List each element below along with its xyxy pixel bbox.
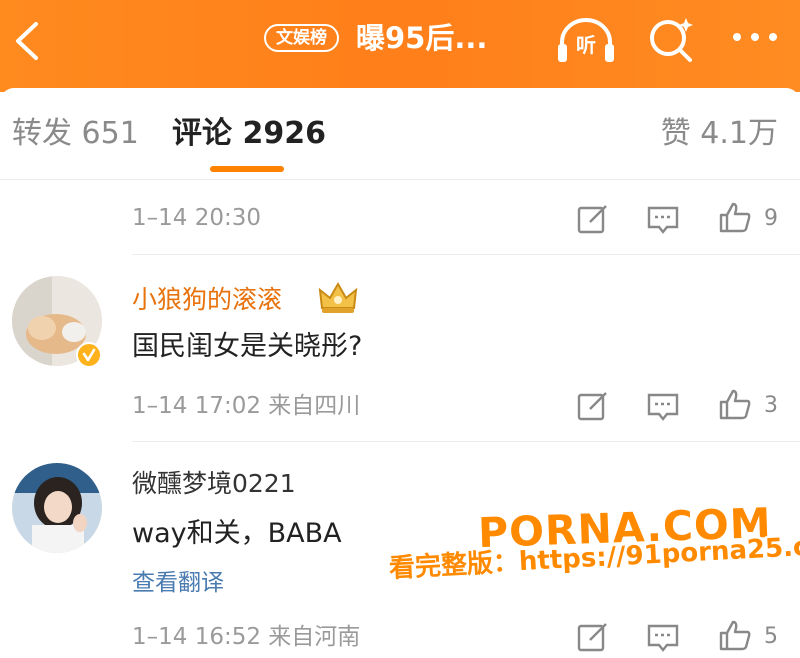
page-title: 曝95后... — [356, 21, 488, 55]
translate-link[interactable]: 查看翻译 — [132, 568, 224, 598]
search-icon[interactable] — [646, 14, 698, 66]
share-icon[interactable] — [576, 202, 610, 236]
like-count: 5 — [764, 624, 778, 649]
comment-icon[interactable] — [646, 389, 680, 423]
comment-meta: 1–14 16:52 来自河南 — [132, 624, 361, 650]
comment-icon[interactable] — [646, 620, 680, 654]
thumbs-up-icon[interactable] — [718, 387, 752, 421]
active-tab-indicator — [210, 166, 284, 172]
top-nav-bar: 文娱榜 曝95后... 听 — [0, 0, 800, 92]
divider — [132, 254, 800, 255]
avatar[interactable] — [12, 463, 102, 553]
rank-badge[interactable]: 文娱榜 — [264, 24, 339, 52]
thumbs-up-icon[interactable] — [718, 618, 752, 652]
username[interactable]: 微醺梦境0221 — [132, 467, 296, 501]
comment-meta: 1–14 17:02 来自四川 — [132, 393, 361, 419]
listen-label: 听 — [576, 33, 596, 57]
tab-comment[interactable]: 评论 2926 — [172, 114, 326, 154]
tab-bar: 转发 651 评论 2926 赞 4.1万 — [0, 88, 800, 180]
tab-repost[interactable]: 转发 651 — [12, 114, 139, 154]
like-count: 3 — [764, 393, 778, 418]
back-chevron-icon[interactable] — [8, 18, 48, 64]
thumbs-up-icon[interactable] — [718, 200, 752, 234]
more-dots-icon[interactable] — [730, 30, 780, 44]
verified-badge-icon — [76, 342, 102, 368]
comment-text: 国民闺女是关晓彤? — [132, 331, 363, 362]
comment-text: way和关，BABA — [132, 518, 342, 549]
divider — [132, 441, 800, 442]
username[interactable]: 小狼狗的滚滚 — [132, 283, 282, 317]
comment-icon[interactable] — [646, 202, 680, 236]
share-icon[interactable] — [576, 389, 610, 423]
like-count: 9 — [764, 206, 778, 231]
comment-meta: 1–14 20:30 — [132, 205, 261, 231]
tab-like[interactable]: 赞 4.1万 — [661, 114, 778, 154]
crown-badge-icon — [318, 281, 358, 313]
share-icon[interactable] — [576, 620, 610, 654]
